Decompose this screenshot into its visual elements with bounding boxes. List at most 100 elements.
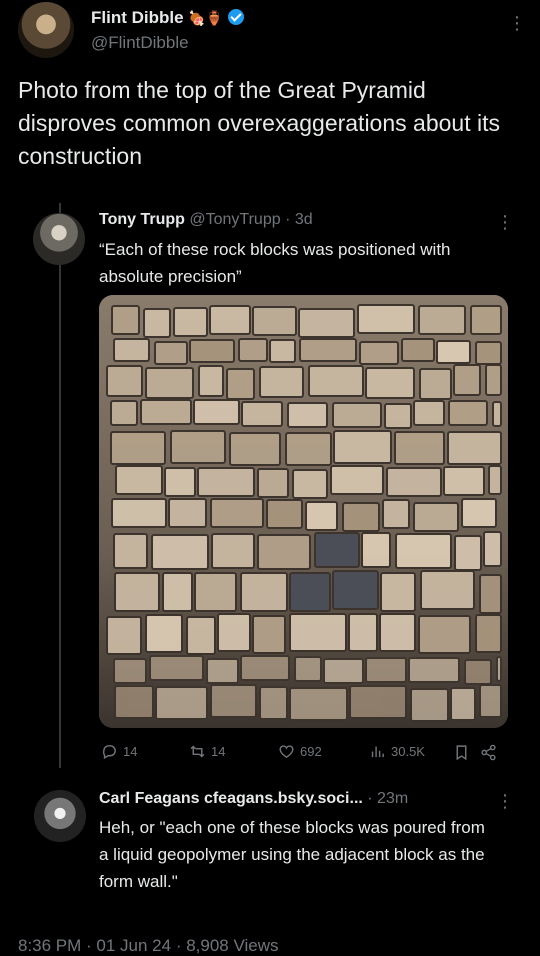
stone-block: [194, 572, 237, 612]
quoted-text: “Each of these rock blocks was positione…: [99, 240, 451, 286]
stone-block: [384, 403, 412, 429]
stone-block: [395, 533, 452, 569]
stone-block: [453, 364, 481, 396]
reply-header[interactable]: Carl Feagans cfeagans.bsky.soci... · 23m: [99, 790, 408, 808]
reply-text: Heh, or "each one of these blocks was po…: [99, 818, 485, 891]
stone-block: [454, 535, 482, 571]
stone-block: [488, 465, 502, 495]
stone-block: [206, 658, 239, 684]
quoted-more-icon[interactable]: ⋮: [496, 213, 514, 231]
stone-block: [111, 498, 167, 528]
like-stat[interactable]: 692: [278, 743, 322, 760]
stone-block: [226, 368, 255, 400]
repost-stat[interactable]: 14: [189, 743, 225, 760]
reply-count: 14: [123, 744, 138, 759]
stone-block: [299, 338, 357, 362]
bookmark-icon[interactable]: [453, 744, 470, 761]
author-name-row[interactable]: Flint Dibble 🍖🏺: [91, 8, 244, 28]
stone-block: [298, 308, 355, 338]
quoted-header[interactable]: Tony Trupp @TonyTrupp · 3d: [99, 211, 313, 229]
stone-block: [189, 339, 235, 363]
quoted-author-name[interactable]: Tony Trupp: [99, 211, 185, 228]
stone-block: [114, 685, 154, 719]
reply-more-icon[interactable]: ⋮: [496, 792, 514, 810]
reply-author-handle[interactable]: cfeagans.bsky.soci...: [204, 790, 363, 807]
stone-block: [266, 499, 303, 529]
heart-icon: [279, 745, 294, 759]
repost-icon: [190, 745, 205, 758]
author-avatar[interactable]: [18, 2, 74, 58]
stone-block: [305, 501, 338, 531]
stone-block: [229, 432, 281, 466]
stone-block: [308, 365, 364, 397]
stone-block: [149, 655, 204, 681]
stone-block: [170, 430, 226, 464]
stone-block: [332, 402, 382, 428]
stone-block: [115, 465, 163, 495]
stone-block: [483, 531, 502, 567]
stone-block: [252, 306, 297, 336]
stone-block: [151, 534, 209, 570]
stone-block: [448, 400, 488, 426]
quoted-age: · 3d: [285, 211, 313, 228]
quoted-avatar[interactable]: [33, 213, 85, 265]
stone-block: [413, 400, 445, 426]
stone-block: [418, 305, 466, 335]
views-count: 30.5K: [391, 744, 425, 759]
stone-block: [168, 498, 207, 528]
stone-block: [410, 688, 449, 722]
stone-block: [269, 339, 296, 363]
verified-badge-icon: [227, 9, 244, 25]
stone-block: [380, 572, 416, 612]
stone-block: [211, 533, 255, 569]
stone-block: [110, 431, 166, 465]
post-photo[interactable]: [99, 295, 508, 728]
quoted-author-handle[interactable]: @TonyTrupp: [189, 211, 280, 228]
views-stat[interactable]: 30.5K: [369, 743, 425, 760]
stone-block: [475, 341, 502, 365]
stone-block: [475, 614, 502, 653]
stone-block: [289, 687, 348, 721]
stone-block: [252, 615, 286, 654]
stone-block: [186, 616, 216, 655]
share-icon[interactable]: [480, 744, 497, 761]
stone-block: [240, 572, 288, 612]
stone-block: [418, 615, 471, 654]
stone-block: [210, 684, 257, 718]
reply-stat[interactable]: 14: [101, 743, 137, 760]
stone-block: [106, 365, 143, 397]
thread-line: [59, 203, 61, 768]
stone-block: [436, 340, 471, 364]
stone-block: [461, 498, 497, 528]
views-icon: [371, 746, 384, 758]
author-name[interactable]: Flint Dibble: [91, 8, 184, 27]
stone-block: [401, 338, 435, 362]
post-more-icon[interactable]: ⋮: [508, 14, 526, 32]
stone-block: [361, 532, 391, 568]
stone-block: [386, 467, 442, 497]
stone-block: [413, 502, 459, 532]
post-meta: 8:36 PM · 01 Jun 24 · 8,908 Views: [18, 936, 279, 955]
stone-block: [240, 655, 290, 681]
stone-block: [210, 498, 264, 528]
stone-block: [479, 684, 502, 718]
reply-avatar[interactable]: [34, 790, 86, 842]
stone-block: [289, 572, 331, 612]
stone-block: [492, 401, 502, 427]
stone-block: [217, 613, 251, 652]
post-text: Photo from the top of the Great Pyramid …: [18, 77, 500, 169]
reply-icon: [102, 745, 116, 760]
stone-block: [314, 532, 360, 568]
stone-block: [330, 465, 384, 495]
stone-block: [285, 432, 332, 466]
stone-block: [365, 657, 407, 683]
stone-block: [294, 656, 322, 682]
stone-block: [173, 307, 208, 337]
author-emoji: 🍖🏺: [188, 10, 224, 26]
reply-author-name[interactable]: Carl Feagans: [99, 790, 199, 807]
stone-block: [259, 366, 304, 398]
stone-block: [382, 499, 410, 529]
stone-block: [162, 572, 193, 612]
author-handle[interactable]: @FlintDibble: [91, 33, 189, 53]
stone-block: [450, 687, 476, 721]
